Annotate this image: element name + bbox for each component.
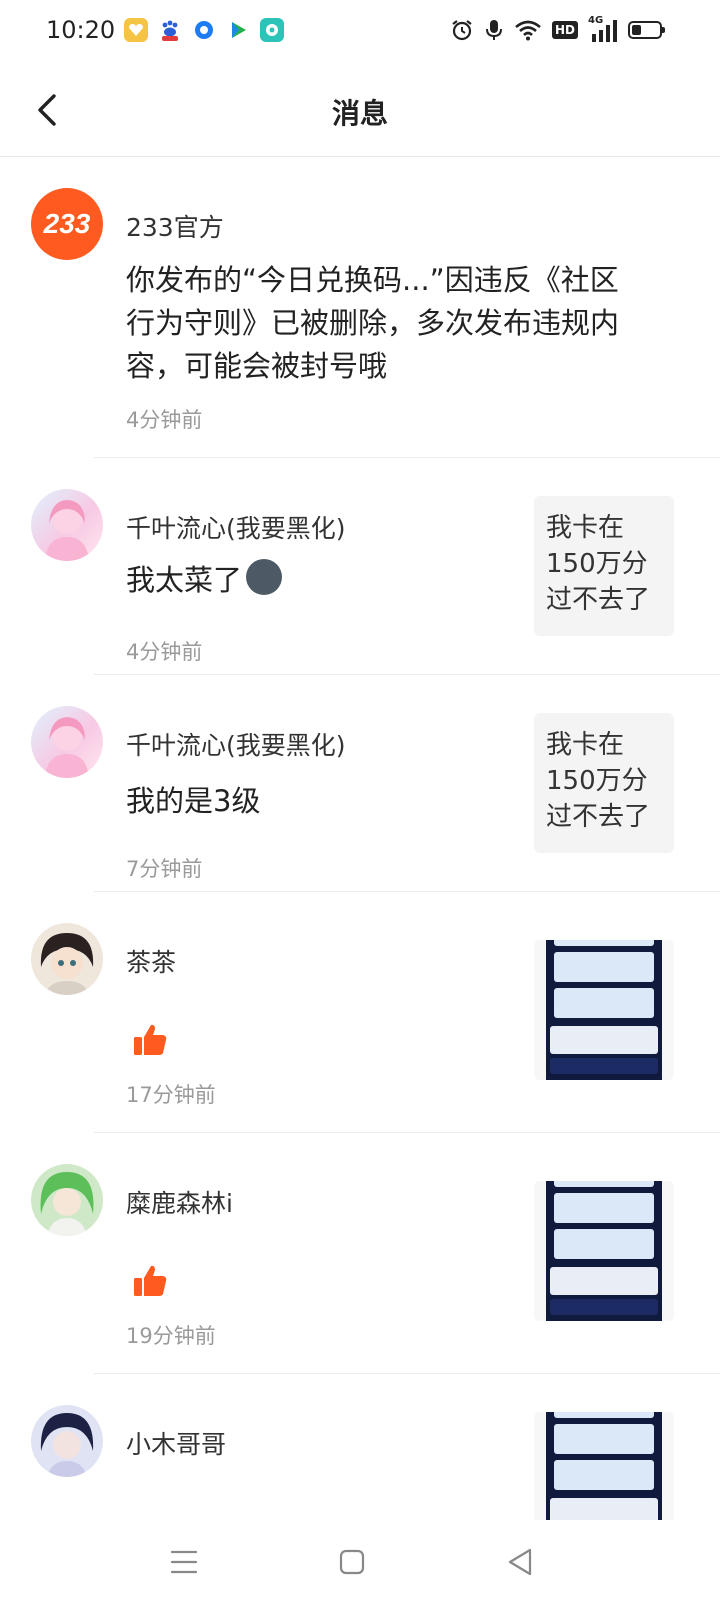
thumbnail-image xyxy=(546,940,662,1080)
chat-app-icon xyxy=(260,18,284,42)
message-time: 19分钟前 xyxy=(126,1324,216,1348)
menu-icon xyxy=(170,1550,198,1574)
list-item[interactable]: 千叶流心(我要黑化) 我的是3级 7分钟前 我卡在150万分过不去了 xyxy=(0,675,720,892)
battery-icon xyxy=(628,21,665,39)
user-name[interactable]: 糜鹿森林i xyxy=(126,1184,233,1220)
back-nav-button[interactable] xyxy=(500,1542,540,1582)
message-time: 7分钟前 xyxy=(126,857,203,881)
thumbnail-image xyxy=(546,1181,662,1321)
user-name[interactable]: 小木哥哥 xyxy=(126,1425,226,1461)
message-content: 我太菜了🌚 xyxy=(126,559,283,602)
user-name[interactable]: 茶茶 xyxy=(126,943,176,979)
avatar[interactable] xyxy=(31,706,103,778)
avatar[interactable] xyxy=(31,1164,103,1236)
post-thumbnail[interactable] xyxy=(534,1412,674,1522)
square-icon xyxy=(339,1549,365,1575)
quoted-comment[interactable]: 我卡在150万分过不去了 xyxy=(534,713,674,853)
baidu-icon xyxy=(158,18,182,42)
avatar[interactable] xyxy=(31,923,103,995)
system-icons: HD 4G xyxy=(450,15,665,42)
post-thumbnail[interactable] xyxy=(534,940,674,1080)
wifi-icon xyxy=(515,20,541,41)
navigation-bar xyxy=(0,1520,720,1600)
emoji-moon: 🌚 xyxy=(246,559,283,595)
status-bar: 10:20 HD 4G xyxy=(0,0,720,64)
list-item[interactable]: 千叶流心(我要黑化) 我太菜了🌚 4分钟前 我卡在150万分过不去了 xyxy=(0,458,720,675)
page-title: 消息 xyxy=(331,97,388,130)
user-name[interactable]: 233官方 xyxy=(126,208,224,244)
list-item[interactable]: 糜鹿森林i 19分钟前 xyxy=(0,1133,720,1374)
user-name[interactable]: 千叶流心(我要黑化) xyxy=(126,726,346,762)
video-play-icon xyxy=(226,18,250,42)
alarm-icon xyxy=(452,20,472,41)
quoted-comment[interactable]: 我卡在150万分过不去了 xyxy=(534,496,674,636)
avatar[interactable]: 233 xyxy=(31,188,103,260)
message-time: 17分钟前 xyxy=(126,1083,216,1107)
avatar-text: 233 xyxy=(43,208,91,239)
list-item[interactable]: 茶茶 17分钟前 xyxy=(0,892,720,1133)
triangle-back-icon xyxy=(508,1548,532,1576)
menu-button[interactable] xyxy=(164,1542,204,1582)
avatar[interactable] xyxy=(31,489,103,561)
post-thumbnail[interactable] xyxy=(534,1181,674,1321)
notification-icons xyxy=(124,18,284,42)
avatar[interactable] xyxy=(31,1405,103,1477)
hd-badge: HD xyxy=(551,21,578,39)
header: 消息 xyxy=(0,64,720,157)
like-icon xyxy=(134,1265,167,1296)
message-text: 你发布的“今日兑换码...”因违反《社区行为守则》已被删除，多次发布违规内容，可… xyxy=(126,263,620,383)
status-time: 10:20 xyxy=(46,16,116,44)
message-list: 233 233官方 你发布的“今日兑换码...”因违反《社区行为守则》已被删除，… xyxy=(0,157,720,1524)
signal-icon: 4G xyxy=(588,15,618,42)
message-time: 4分钟前 xyxy=(126,408,203,432)
like-icon xyxy=(134,1024,167,1055)
app-notification-icon xyxy=(124,18,148,42)
thumbnail-image xyxy=(546,1412,662,1522)
list-item[interactable]: 小木哥哥 xyxy=(0,1374,720,1524)
message-text: 我的是3级 xyxy=(126,784,261,818)
browser-icon xyxy=(192,18,216,42)
microphone-icon xyxy=(485,20,502,40)
user-name[interactable]: 千叶流心(我要黑化) xyxy=(126,509,346,545)
message-time: 4分钟前 xyxy=(126,640,203,664)
home-button[interactable] xyxy=(332,1542,372,1582)
list-item[interactable]: 233 233官方 你发布的“今日兑换码...”因违反《社区行为守则》已被删除，… xyxy=(0,157,720,458)
message-text: 我太菜了 xyxy=(126,563,243,597)
